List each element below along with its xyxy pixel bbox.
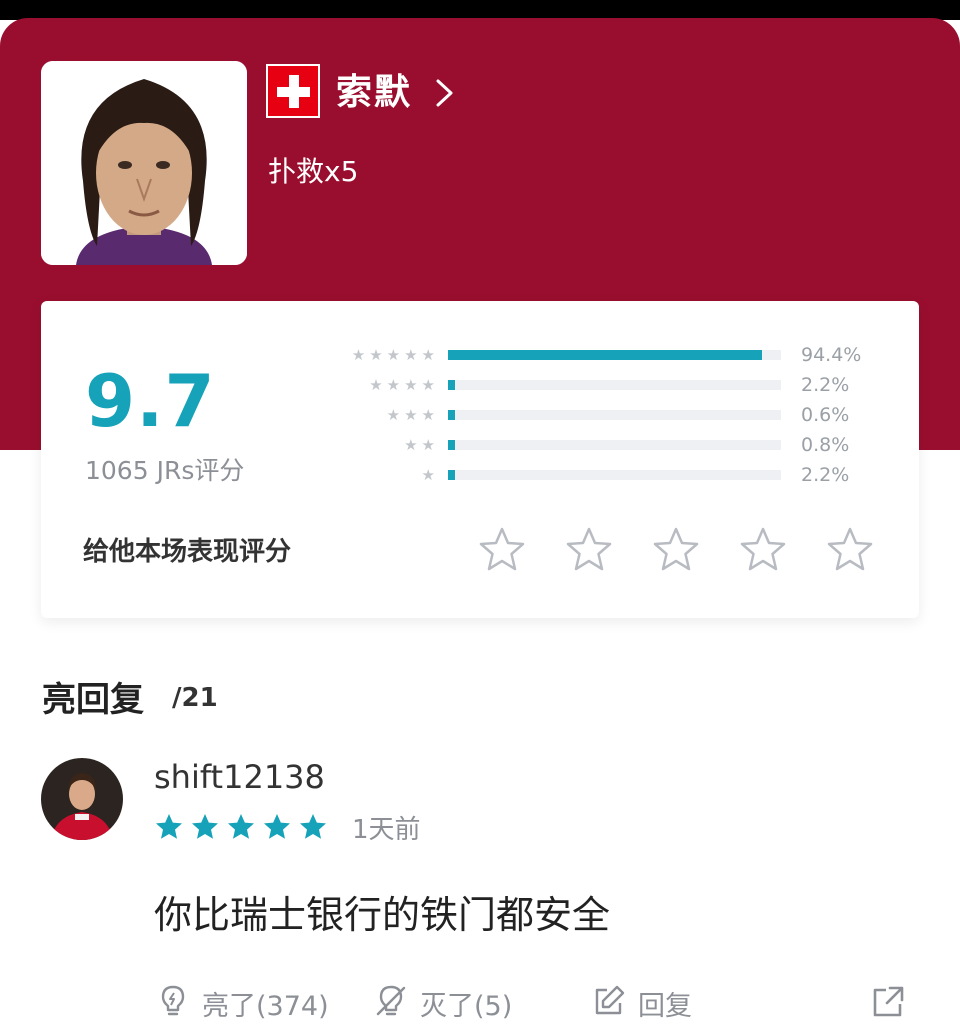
rate-star-1[interactable] [477, 525, 527, 575]
rating-percent: 2.2% [801, 374, 850, 396]
rating-star-icon [156, 814, 182, 839]
edit-icon [595, 985, 625, 1015]
player-photo [41, 61, 247, 265]
rate-star-4[interactable] [738, 525, 788, 575]
section-count: /21 [172, 683, 218, 713]
lightbulb-icon [161, 985, 185, 1016]
rating-bar [448, 470, 781, 480]
comment-time: 1天前 [352, 815, 421, 845]
rating-star-icon [300, 814, 326, 839]
rating-bar [448, 350, 781, 360]
star-group-icon: ★★★★ [369, 376, 439, 394]
rate-star-3[interactable] [651, 525, 701, 575]
status-bar [0, 0, 960, 20]
rating-row-2: ★★ 0.8% [41, 430, 919, 460]
reply-button[interactable]: 回复 [592, 982, 722, 1022]
rate-star-5[interactable] [825, 525, 875, 575]
rating-row-3: ★★★ 0.6% [41, 400, 919, 430]
rating-bar-fill [448, 380, 456, 390]
rating-bar [448, 380, 781, 390]
rating-percent: 0.6% [801, 404, 850, 426]
dislike-label: 灭了(5) [420, 991, 513, 1022]
rating-card: 9.7 1065 JRs评分 ★★★★★ 94.4% ★★★★ 2.2% ★★★… [41, 301, 919, 618]
rating-percent: 2.2% [801, 464, 850, 486]
avatar[interactable] [41, 758, 123, 840]
swiss-flag-icon [266, 64, 320, 118]
star-group-icon: ★★ [404, 436, 439, 454]
like-button[interactable]: 亮了(374) [156, 982, 356, 1022]
star-group-icon: ★ [421, 466, 439, 484]
rating-bar [448, 410, 781, 420]
rating-percent: 94.4% [801, 344, 862, 366]
rating-row-5: ★★★★★ 94.4% [41, 340, 919, 370]
rating-star-icon [192, 814, 218, 839]
rating-bar-fill [448, 350, 763, 360]
dislike-button[interactable]: 灭了(5) [374, 982, 544, 1022]
rating-bar [448, 440, 781, 450]
lightbulb-off-icon [376, 985, 406, 1016]
comment-text: 你比瑞士银行的铁门都安全 [154, 893, 611, 937]
rating-row-4: ★★★★ 2.2% [41, 370, 919, 400]
rating-star-icon [264, 814, 290, 839]
comment-username[interactable]: shift12138 [154, 758, 325, 796]
star-group-icon: ★★★★★ [351, 346, 439, 364]
section-title: 亮回复 [42, 680, 144, 720]
rating-bar-fill [448, 440, 455, 450]
share-icon[interactable] [870, 984, 906, 1020]
reply-label: 回复 [638, 991, 692, 1022]
rating-star-icon [228, 814, 254, 839]
like-label: 亮了(374) [202, 991, 329, 1022]
rating-percent: 0.8% [801, 434, 850, 456]
chevron-right-icon[interactable] [432, 78, 458, 108]
rating-bar-fill [448, 470, 456, 480]
rating-bar-fill [448, 410, 455, 420]
rate-prompt: 给他本场表现评分 [83, 537, 292, 567]
rating-row-1: ★ 2.2% [41, 460, 919, 490]
player-stat: 扑救x5 [268, 155, 359, 188]
player-name[interactable]: 索默 [336, 66, 412, 120]
rate-star-2[interactable] [564, 525, 614, 575]
star-group-icon: ★★★ [386, 406, 439, 424]
